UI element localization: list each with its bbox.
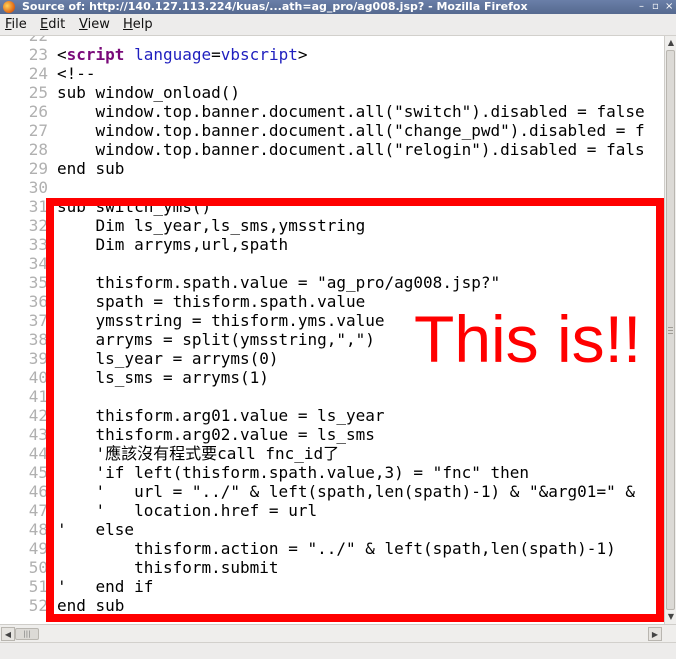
tag-eq: = xyxy=(211,45,221,64)
code-text: '應該沒有程式要call fnc_id了 xyxy=(57,444,340,463)
line-number: 46 xyxy=(28,482,48,501)
code-text: thisform.submit xyxy=(57,558,279,577)
tag-attr: language xyxy=(134,45,212,64)
tag-name: script xyxy=(66,45,125,64)
code-text: window.top.banner.document.all("change_p… xyxy=(57,121,645,140)
code-text: <!-- xyxy=(57,64,96,83)
line-number: 45 xyxy=(28,463,48,482)
line-number: 44 xyxy=(28,444,48,463)
source-viewer[interactable]: 2223<script language=vbscript>24<!--25su… xyxy=(0,36,664,624)
code-text: thisform.arg02.value = ls_sms xyxy=(57,425,375,444)
code-text: window.top.banner.document.all("relogin"… xyxy=(57,140,645,159)
vertical-scroll-thumb[interactable] xyxy=(666,50,675,610)
code-text: ls_sms = arryms(1) xyxy=(57,368,269,387)
line-number: 48 xyxy=(28,520,48,539)
line-number: 39 xyxy=(28,349,48,368)
line-number: 40 xyxy=(28,368,48,387)
line-number: 42 xyxy=(28,406,48,425)
code-text: Dim ls_year,ls_sms,ymsstring xyxy=(57,216,366,235)
tag-close: > xyxy=(297,45,308,64)
code-text: ls_year = arryms(0) xyxy=(57,349,279,368)
maximize-icon[interactable]: ▫ xyxy=(652,0,659,14)
code-text: ymsstring = thisform.yms.value xyxy=(57,311,385,330)
line-number: 30 xyxy=(28,178,48,197)
code-text: ' else xyxy=(57,520,135,539)
annotation-text: This is!! xyxy=(414,302,642,376)
code-text: 'if left(thisform.spath.value,3) = "fnc"… xyxy=(57,463,530,482)
tag-space xyxy=(124,45,134,64)
grip-line xyxy=(668,330,673,331)
tag-open: < xyxy=(57,45,67,64)
line-number: 25 xyxy=(28,83,48,102)
menu-help[interactable]: Help xyxy=(121,14,155,36)
line-number: 37 xyxy=(28,311,48,330)
close-icon[interactable]: × xyxy=(665,0,673,14)
grip-line xyxy=(668,333,673,334)
menu-file[interactable]: File xyxy=(3,14,29,36)
code-text: end sub xyxy=(57,159,125,178)
line-number: 47 xyxy=(28,501,48,520)
window-titlebar: Source of: http://140.127.113.224/kuas/.… xyxy=(0,0,676,14)
horizontal-scroll-thumb[interactable]: ||| xyxy=(15,628,39,640)
line-number: 27 xyxy=(28,121,48,140)
line-number: 29 xyxy=(28,159,48,178)
grip-line xyxy=(668,327,673,328)
code-text: window.top.banner.document.all("switch")… xyxy=(57,102,645,121)
code-text: thisform.action = "../" & left(spath,len… xyxy=(57,539,616,558)
code-text: end sub xyxy=(57,596,125,615)
code-text: thisform.spath.value = "ag_pro/ag008.jsp… xyxy=(57,273,501,292)
line-number: 52 xyxy=(28,596,48,615)
code-text: sub window_onload() xyxy=(57,83,241,102)
line-number: 35 xyxy=(28,273,48,292)
code-text: thisform.arg01.value = ls_year xyxy=(57,406,385,425)
line-number: 38 xyxy=(28,330,48,349)
scroll-right-icon[interactable]: ▶ xyxy=(648,627,662,641)
minimize-icon[interactable]: – xyxy=(639,0,644,14)
vertical-scrollbar[interactable]: ▲ ▼ xyxy=(664,36,676,624)
line-number: 34 xyxy=(28,254,48,273)
line-number: 24 xyxy=(28,64,48,83)
line-number: 43 xyxy=(28,425,48,444)
code-text: Dim arryms,url,spath xyxy=(57,235,289,254)
menu-view[interactable]: View xyxy=(77,14,112,36)
menu-bar: File Edit View Help xyxy=(0,14,676,36)
line-number: 36 xyxy=(28,292,48,311)
line-number: 41 xyxy=(28,387,48,406)
line-number: 49 xyxy=(28,539,48,558)
code-text: spath = thisform.spath.value xyxy=(57,292,366,311)
line-number: 22 xyxy=(0,36,48,45)
line-number: 31 xyxy=(28,197,48,216)
line-number: 51 xyxy=(28,577,48,596)
horizontal-scrollbar[interactable]: ◀ ||| ▶ xyxy=(0,624,676,642)
line-number: 32 xyxy=(28,216,48,235)
scroll-up-icon[interactable]: ▲ xyxy=(665,37,676,49)
code-text: <script language=vbscript> xyxy=(57,45,307,64)
status-bar xyxy=(0,642,676,659)
line-number: 28 xyxy=(28,140,48,159)
menu-edit[interactable]: Edit xyxy=(38,14,67,36)
code-text: sub switch_yms() xyxy=(57,197,212,216)
firefox-icon xyxy=(3,1,15,13)
code-text: ' location.href = url xyxy=(57,501,318,520)
tag-value: vbscript xyxy=(220,45,298,64)
code-text: ' end if xyxy=(57,577,154,596)
scroll-left-icon[interactable]: ◀ xyxy=(1,627,15,641)
line-number: 50 xyxy=(28,558,48,577)
line-number: 26 xyxy=(28,102,48,121)
code-text: ' url = "../" & left(spath,len(spath)-1)… xyxy=(57,482,635,501)
code-text: arryms = split(ymsstring,",") xyxy=(57,330,375,349)
line-number: 33 xyxy=(28,235,48,254)
line-number: 23 xyxy=(28,45,48,64)
window-title: Source of: http://140.127.113.224/kuas/.… xyxy=(22,0,528,13)
scroll-down-icon[interactable]: ▼ xyxy=(665,611,676,623)
